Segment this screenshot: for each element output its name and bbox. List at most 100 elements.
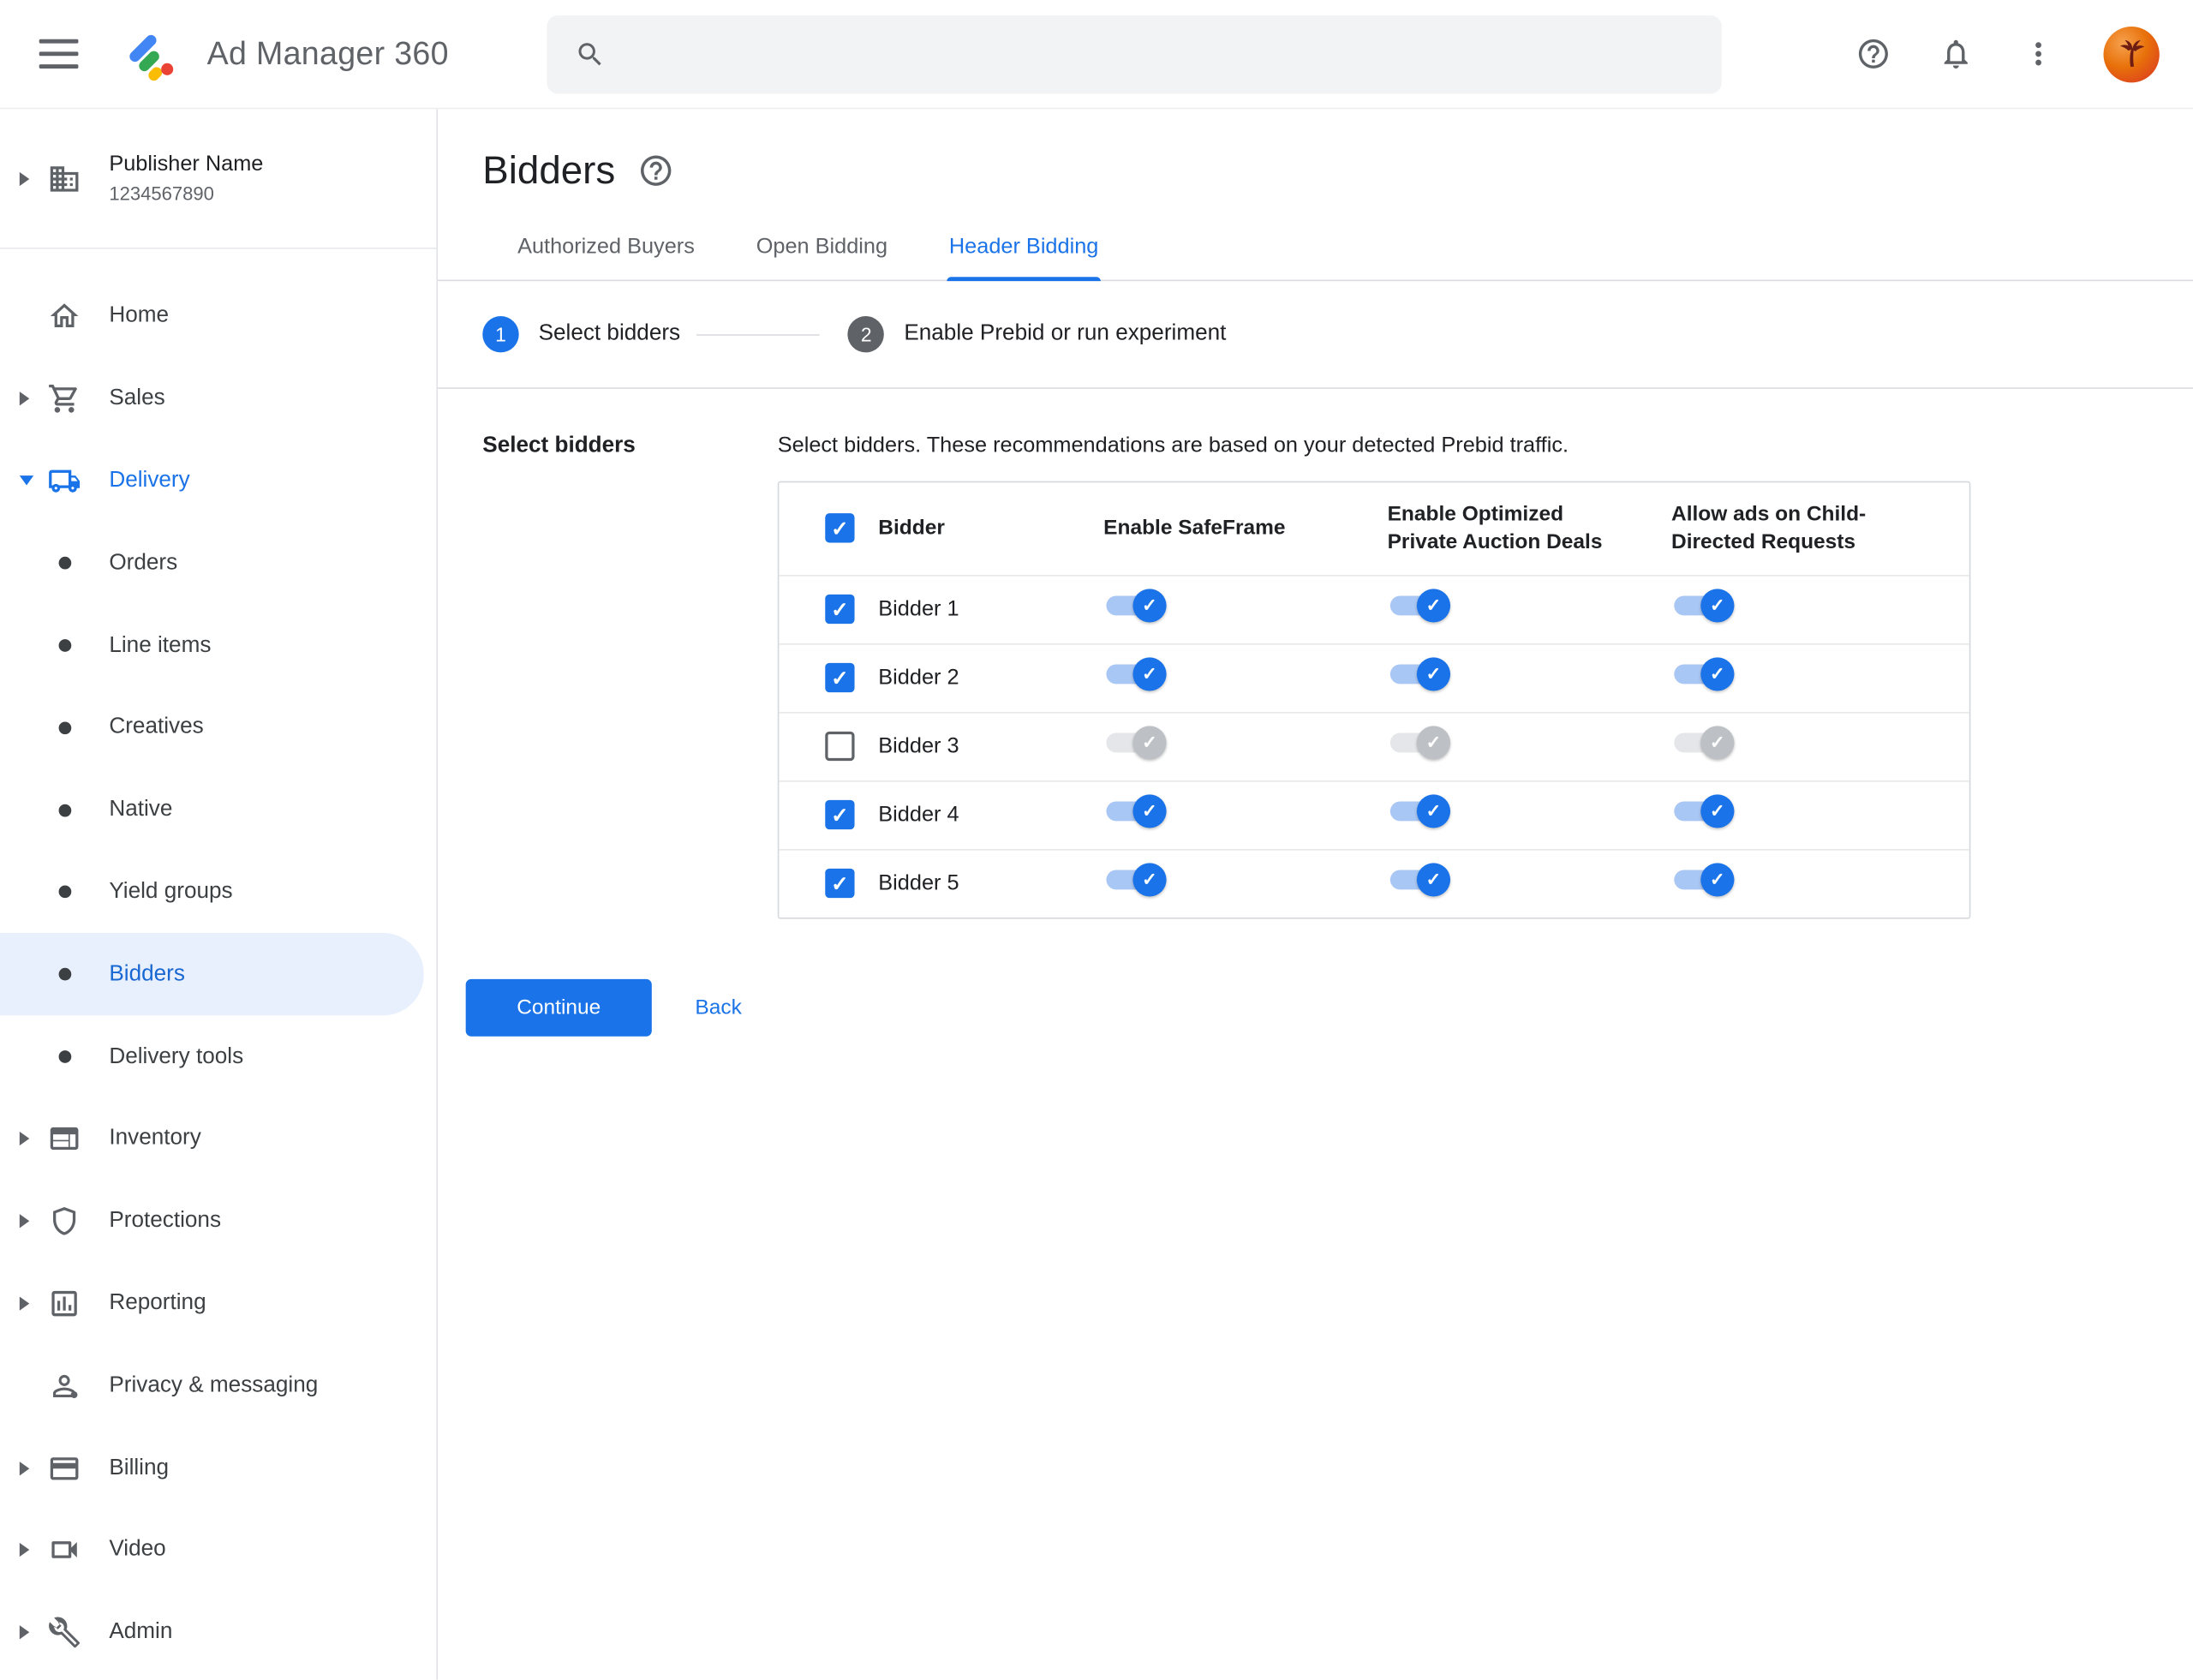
- sidebar-item-creatives[interactable]: Creatives: [0, 687, 436, 769]
- child-directed-toggle[interactable]: ✓: [1674, 726, 1735, 760]
- step-1-indicator: 1: [482, 315, 519, 353]
- child-directed-toggle[interactable]: ✓: [1674, 863, 1735, 897]
- sidebar-item-native[interactable]: Native: [0, 769, 436, 852]
- bullet-icon: [58, 804, 72, 816]
- bidder-name: Bidder 4: [878, 802, 959, 827]
- sidebar-item-billing[interactable]: Billing: [0, 1427, 436, 1510]
- bidders-table: ✓ Bidder Enable SafeFrame Enable Optimiz…: [777, 481, 1971, 919]
- sidebar-item-privacy-messaging[interactable]: Privacy & messaging: [0, 1345, 436, 1427]
- select-all-checkbox[interactable]: ✓: [825, 513, 855, 543]
- main-content: Bidders Authorized Buyers Open Bidding H…: [438, 109, 2193, 1680]
- video-camera-icon: [48, 1534, 81, 1567]
- column-header-safeframe: Enable SafeFrame: [1103, 516, 1286, 540]
- optimized-deals-toggle[interactable]: ✓: [1389, 589, 1451, 623]
- sidebar-item-delivery-tools[interactable]: Delivery tools: [0, 1016, 436, 1098]
- continue-button[interactable]: Continue: [465, 978, 652, 1037]
- more-options-icon[interactable]: [2021, 36, 2056, 71]
- help-icon[interactable]: [637, 152, 673, 188]
- sidebar-item-home[interactable]: Home: [0, 276, 436, 358]
- publisher-id: 1234567890: [109, 182, 214, 205]
- sidebar-item-reporting[interactable]: Reporting: [0, 1263, 436, 1345]
- expand-arrow-icon: [19, 1132, 30, 1146]
- bidder-checkbox[interactable]: ✓: [825, 800, 855, 830]
- sidebar-item-protections[interactable]: Protections: [0, 1181, 436, 1263]
- table-row: ✓ Bidder 2 ✓ ✓ ✓: [779, 643, 1969, 712]
- building-icon: [48, 162, 81, 195]
- expand-arrow-icon: [19, 1543, 30, 1557]
- topbar: Ad Manager 360: [0, 0, 2193, 110]
- column-header-optimized-deals: Enable Optimized Private Auction Deals: [1387, 501, 1603, 554]
- bidder-name: Bidder 3: [878, 733, 959, 758]
- step-connector: [696, 333, 821, 336]
- bidder-checkbox[interactable]: ✓: [825, 869, 855, 899]
- table-row: ✓ Bidder 4 ✓ ✓ ✓: [779, 780, 1969, 849]
- person-icon: [48, 1369, 81, 1402]
- expand-arrow-icon: [19, 392, 30, 406]
- sidebar-item-delivery[interactable]: Delivery: [0, 440, 436, 523]
- report-chart-icon: [48, 1287, 81, 1320]
- stepper: 1 Select bidders 2 Enable Prebid or run …: [438, 281, 2193, 389]
- sidebar-item-inventory[interactable]: Inventory: [0, 1098, 436, 1181]
- tab-open-bidding[interactable]: Open Bidding: [753, 221, 890, 280]
- optimized-deals-toggle[interactable]: ✓: [1389, 863, 1451, 897]
- optimized-deals-toggle[interactable]: ✓: [1389, 726, 1451, 760]
- table-row: Bidder 3 ✓ ✓ ✓: [779, 711, 1969, 780]
- menu-icon[interactable]: [39, 37, 81, 70]
- sidebar-item-line-items[interactable]: Line items: [0, 605, 436, 687]
- bidder-checkbox[interactable]: ✓: [825, 595, 855, 625]
- sidebar-item-yield-groups[interactable]: Yield groups: [0, 852, 436, 934]
- bidder-checkbox[interactable]: [825, 732, 855, 762]
- sidebar-item-video[interactable]: Video: [0, 1510, 436, 1592]
- sidebar-item-bidders[interactable]: Bidders: [0, 933, 424, 1016]
- bullet-icon: [58, 1050, 72, 1063]
- wrench-icon: [48, 1616, 81, 1649]
- bidder-name: Bidder 5: [878, 870, 959, 895]
- search-icon: [578, 42, 601, 65]
- bullet-icon: [58, 968, 72, 981]
- child-directed-toggle[interactable]: ✓: [1674, 589, 1735, 623]
- avatar[interactable]: [2103, 26, 2160, 82]
- bidder-name: Bidder 2: [878, 665, 959, 690]
- safeframe-toggle[interactable]: ✓: [1106, 726, 1167, 760]
- tab-header-bidding[interactable]: Header Bidding: [946, 221, 1102, 282]
- sidebar: Publisher Name 1234567890 Home Sales Del…: [0, 109, 439, 1680]
- ad-manager-logo: [123, 23, 185, 85]
- home-icon: [48, 300, 81, 333]
- search-input[interactable]: [624, 39, 1694, 69]
- sidebar-item-orders[interactable]: Orders: [0, 523, 436, 605]
- app-name: Ad Manager 360: [206, 34, 449, 72]
- step-2-indicator: 2: [848, 315, 885, 353]
- back-link[interactable]: Back: [695, 995, 741, 1019]
- bidder-name: Bidder 1: [878, 596, 959, 621]
- form-actions: Continue Back: [438, 978, 2193, 1037]
- optimized-deals-toggle[interactable]: ✓: [1389, 657, 1451, 691]
- ad-manager-app: Ad Manager 360 Publisher Name 1234567890…: [0, 0, 2193, 1680]
- help-icon[interactable]: [1856, 36, 1891, 71]
- expand-arrow-icon: [19, 170, 30, 186]
- sidebar-item-sales[interactable]: Sales: [0, 358, 436, 440]
- publisher-name: Publisher Name: [109, 152, 264, 176]
- safeframe-toggle[interactable]: ✓: [1106, 657, 1167, 691]
- cart-icon: [48, 382, 81, 416]
- expand-arrow-icon: [19, 1214, 30, 1229]
- child-directed-toggle[interactable]: ✓: [1674, 794, 1735, 828]
- bullet-icon: [58, 721, 72, 734]
- publisher-selector[interactable]: Publisher Name 1234567890: [0, 109, 437, 249]
- billing-card-icon: [48, 1451, 81, 1485]
- bidder-checkbox[interactable]: ✓: [825, 663, 855, 693]
- notifications-icon[interactable]: [1939, 36, 1974, 71]
- tab-authorized-buyers[interactable]: Authorized Buyers: [515, 221, 697, 280]
- tabs: Authorized Buyers Open Bidding Header Bi…: [438, 221, 2193, 282]
- optimized-deals-toggle[interactable]: ✓: [1389, 794, 1451, 828]
- safeframe-toggle[interactable]: ✓: [1106, 863, 1167, 897]
- sidebar-item-admin[interactable]: Admin: [0, 1592, 436, 1674]
- expand-arrow-icon: [19, 1296, 30, 1311]
- collapse-arrow-icon: [19, 475, 34, 487]
- inventory-icon: [48, 1122, 81, 1156]
- safeframe-toggle[interactable]: ✓: [1106, 589, 1167, 623]
- bullet-icon: [58, 557, 72, 570]
- truck-icon: [48, 464, 81, 498]
- child-directed-toggle[interactable]: ✓: [1674, 657, 1735, 691]
- safeframe-toggle[interactable]: ✓: [1106, 794, 1167, 828]
- search-bar[interactable]: [547, 15, 1722, 93]
